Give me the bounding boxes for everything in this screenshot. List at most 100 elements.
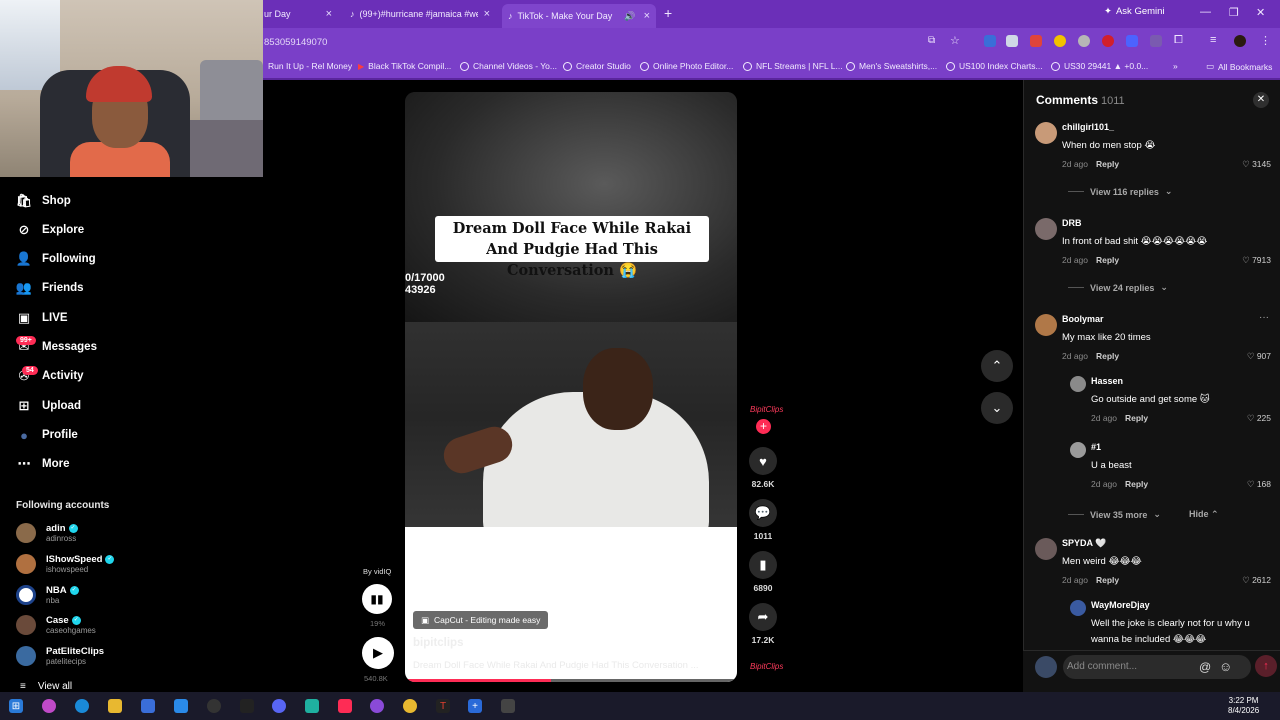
sidebar-item-more[interactable]: ⋯ More [16,456,70,472]
capcut-taskbar-icon[interactable] [305,699,319,713]
extension-icon[interactable] [1126,35,1138,47]
avatar[interactable] [1070,442,1086,458]
sidebar-item-explore[interactable]: ⊘ Explore [16,222,85,238]
following-account-adin[interactable]: adin ✓ adinross [16,523,78,543]
epic-games-icon[interactable] [240,699,254,713]
ask-gemini-button[interactable]: ✦ Ask Gemini [1104,6,1165,17]
video-player[interactable]: Dream Doll Face While Rakai And Pudgie H… [405,92,737,682]
bookmark-star-icon[interactable]: ☆ [950,34,960,47]
restore-icon[interactable]: ❐ [1229,6,1239,19]
view-all-link[interactable]: ≡ View all [20,681,72,692]
windows-start-icon[interactable]: ⊞ [9,699,23,713]
emoji-icon[interactable]: ☺ [1219,659,1232,674]
profile-avatar-icon[interactable] [1234,35,1246,47]
extension-icon[interactable] [1102,35,1114,47]
bookmark-channel-videos[interactable]: Channel Videos - Yo... [460,61,557,71]
extensions-puzzle-icon[interactable]: ⧠ [1174,34,1183,47]
avatar[interactable] [1070,376,1086,392]
app-plus-icon[interactable]: + [468,699,482,713]
sidebar-item-following[interactable]: 👤 Following [16,251,96,267]
bookmark-black-tiktok[interactable]: ▶ Black TikTok Compil... [358,61,451,71]
avatar[interactable] [1035,538,1057,560]
minimize-icon[interactable]: — [1200,6,1211,18]
avatar[interactable] [1070,600,1086,616]
tab-make-your-day-1[interactable]: ur Day × [258,4,338,24]
tab-tiktok-active[interactable]: ♪ TikTok - Make Your Day 🔊 × [502,4,656,28]
view-replies-button[interactable]: View 24 replies ⌄ [1068,282,1168,293]
following-account-case[interactable]: Case ✓ caseohgames [16,615,96,635]
comment-like-button[interactable]: ♡ 3145 [1242,159,1271,170]
following-account-pateliteclips[interactable]: PatEliteClips patelitecips [16,646,104,666]
media-controls-icon[interactable]: ≡ [1210,34,1216,46]
sidebar-item-shop[interactable]: 🛍 Shop [16,193,71,209]
cast-icon[interactable]: ⧉ [928,35,935,46]
like-button[interactable]: ♥ 82.6K [749,447,777,489]
new-tab-icon[interactable]: + [664,5,672,21]
window-close-icon[interactable]: ✕ [1256,6,1265,19]
bookmark-sweatshirts[interactable]: Men's Sweatshirts,... [846,61,937,71]
hide-replies-button[interactable]: Hide ⌃ [1189,509,1219,520]
close-comments-icon[interactable]: ✕ [1253,92,1269,108]
extension-icon[interactable] [984,35,996,47]
video-progress-bar[interactable] [405,679,737,682]
discord-icon[interactable] [272,699,286,713]
comment-button[interactable]: 💬 1011 [749,499,777,541]
video-author[interactable]: bipitclips [413,637,463,649]
sidebar-item-friends[interactable]: 👥 Friends [16,280,84,296]
follow-plus-button[interactable]: + [756,419,771,434]
next-video-button[interactable]: ⌄ [981,392,1013,424]
play-button[interactable]: ▶ [362,637,394,669]
sidebar-item-live[interactable]: ▣ LIVE [16,310,68,326]
app-window-icon[interactable] [501,699,515,713]
extension-icon[interactable] [1030,35,1042,47]
mention-icon[interactable]: @ [1199,660,1211,674]
copilot-icon[interactable] [42,699,56,713]
steam-icon[interactable] [207,699,221,713]
video-more-link[interactable]: more [703,660,726,671]
tiktok-taskbar-icon[interactable] [338,699,352,713]
comment-username[interactable]: SPYDA 🤍 [1062,538,1106,549]
close-tab-icon[interactable]: × [644,10,650,22]
extension-icon[interactable] [1078,35,1090,47]
edge-icon[interactable] [75,699,89,713]
reply-button[interactable]: Reply [1125,413,1148,423]
reply-button[interactable]: Reply [1125,479,1148,489]
sidebar-item-upload[interactable]: ⊞ Upload [16,398,81,414]
following-account-nba[interactable]: NBA ✓ nba [16,585,79,605]
tab-hurricane[interactable]: ♪ (99+)#hurricane #jamaica #we × [344,4,496,24]
bookmark-run-it-up[interactable]: Run It Up - Rel Money [268,61,352,71]
comment-like-button[interactable]: ♡ 225 [1247,413,1271,424]
comment-like-button[interactable]: ♡ 2612 [1242,575,1271,586]
comment-username[interactable]: chillgirl101_ [1062,122,1114,132]
all-bookmarks[interactable]: ▭ All Bookmarks [1206,61,1272,72]
taskbar-clock[interactable]: 3:22 PM 8/4/2026 [1228,696,1259,716]
app-icon[interactable] [370,699,384,713]
reply-button[interactable]: Reply [1096,351,1119,361]
bookmark-nfl-streams[interactable]: NFL Streams | NFL L... [743,61,843,71]
following-account-ishowspeed[interactable]: IShowSpeed ✓ ishowspeed [16,554,115,574]
bookmark-photo-editor[interactable]: Online Photo Editor... [640,61,733,71]
comment-like-button[interactable]: ♡ 168 [1247,479,1271,490]
comment-like-button[interactable]: ♡ 7913 [1242,255,1271,266]
close-tab-icon[interactable]: × [484,8,490,20]
bookmark-creator-studio[interactable]: Creator Studio [563,61,631,71]
avatar[interactable] [1035,218,1057,240]
bookmark-us30[interactable]: US30 29441 ▲ +0.0... [1051,61,1148,71]
reply-button[interactable]: Reply [1096,159,1119,169]
url-text[interactable]: 8530591490​70 [264,37,327,48]
view-more-replies-button[interactable]: View 35 more ⌄ [1068,509,1161,520]
avatar[interactable] [1035,122,1057,144]
file-explorer-icon[interactable] [108,699,122,713]
view-replies-button[interactable]: View 116 replies ⌄ [1068,186,1172,197]
bookmark-us100[interactable]: US100 Index Charts... [946,61,1043,71]
reply-button[interactable]: Reply [1096,255,1119,265]
close-tab-icon[interactable]: × [326,8,332,20]
menu-kebab-icon[interactable]: ⋮ [1260,34,1271,47]
bookmarks-overflow-icon[interactable]: » [1173,61,1178,71]
avatar[interactable] [1035,314,1057,336]
outlook-icon[interactable] [174,699,188,713]
capcut-tag[interactable]: ▣ CapCut - Editing made easy [413,611,549,629]
speaker-icon[interactable]: 🔊 [624,11,635,22]
comment-options-icon[interactable]: ··· [1259,312,1269,323]
send-comment-icon[interactable]: ↑ [1255,655,1277,677]
